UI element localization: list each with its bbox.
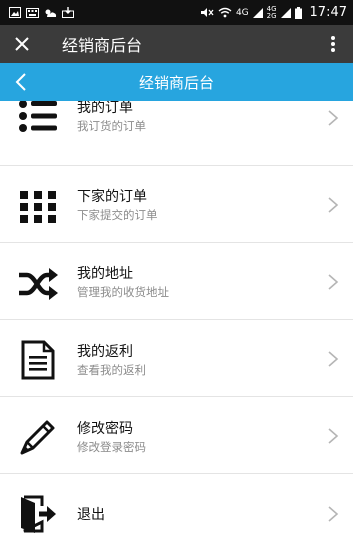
logout-icon [15, 491, 61, 537]
page-title: 经销商后台 [138, 73, 214, 92]
chevron-left-icon [15, 73, 26, 91]
window-title: 经销商后台 [62, 36, 143, 55]
menu-item-my-address[interactable]: 我的地址 管理我的收货地址 [0, 243, 353, 320]
signal-icon [252, 7, 263, 18]
menu-item-title: 下家的订单 [77, 189, 147, 205]
download-notification-icon [62, 7, 74, 18]
menu-item-change-password[interactable]: 修改密码 修改登录密码 [0, 397, 353, 474]
menu-item-downline-orders[interactable]: 下家的订单 下家提交的订单 [0, 166, 353, 243]
chevron-right-icon [328, 506, 339, 522]
close-icon [15, 37, 29, 51]
chevron-right-icon [328, 197, 339, 213]
menu-item-subtitle: 管理我的收货地址 [77, 285, 169, 299]
menu-item-title: 我的订单 [77, 101, 133, 116]
shuffle-icon [15, 261, 61, 307]
back-button[interactable] [6, 63, 36, 101]
status-icons-right: 4G 4G 2G 17:47 [200, 5, 347, 20]
network-label-2: 4G 2G [266, 5, 277, 20]
menu-list: 我的订单 我订货的订单 下家的订单 下家提交的订单 我的地址 管理我的收货地址 … [0, 101, 353, 550]
list-icon [15, 101, 61, 139]
menu-item-my-rebate[interactable]: 我的返利 查看我的返利 [0, 320, 353, 397]
menu-item-logout[interactable]: 退出 [0, 474, 353, 550]
menu-item-my-orders[interactable]: 我的订单 我订货的订单 [0, 101, 353, 166]
battery-icon [294, 6, 302, 19]
weather-notification-icon [45, 9, 57, 17]
network-label-2-bottom: 2G [266, 11, 277, 20]
chevron-right-icon [328, 110, 339, 126]
status-bar: 4G 4G 2G 17:47 [0, 0, 353, 25]
menu-item-title: 我的返利 [77, 344, 133, 360]
clock: 17:47 [309, 5, 347, 20]
chevron-right-icon [328, 274, 339, 290]
more-vertical-icon [331, 36, 335, 52]
keyboard-notification-icon [26, 7, 39, 18]
chevron-right-icon [328, 351, 339, 367]
pencil-icon [15, 414, 61, 460]
menu-item-title: 修改密码 [77, 421, 133, 437]
image-notification-icon [9, 7, 21, 18]
wifi-icon [218, 7, 232, 18]
menu-item-title: 我的地址 [77, 266, 133, 282]
menu-item-subtitle: 修改登录密码 [77, 440, 146, 454]
close-button[interactable] [0, 25, 44, 63]
menu-item-title: 退出 [77, 507, 105, 523]
grid-icon [15, 184, 61, 230]
signal-icon-2 [280, 7, 291, 18]
menu-item-subtitle: 下家提交的订单 [77, 208, 158, 222]
app-titlebar: 经销商后台 [0, 25, 353, 63]
network-label-1: 4G [235, 7, 249, 18]
page-header: 经销商后台 [0, 63, 353, 101]
document-icon [15, 337, 61, 383]
menu-item-subtitle: 查看我的返利 [77, 363, 146, 377]
mute-icon [200, 8, 214, 17]
menu-item-subtitle: 我订货的订单 [77, 119, 146, 133]
more-menu-button[interactable] [313, 25, 353, 63]
status-icons-left [9, 7, 74, 18]
chevron-right-icon [328, 428, 339, 444]
